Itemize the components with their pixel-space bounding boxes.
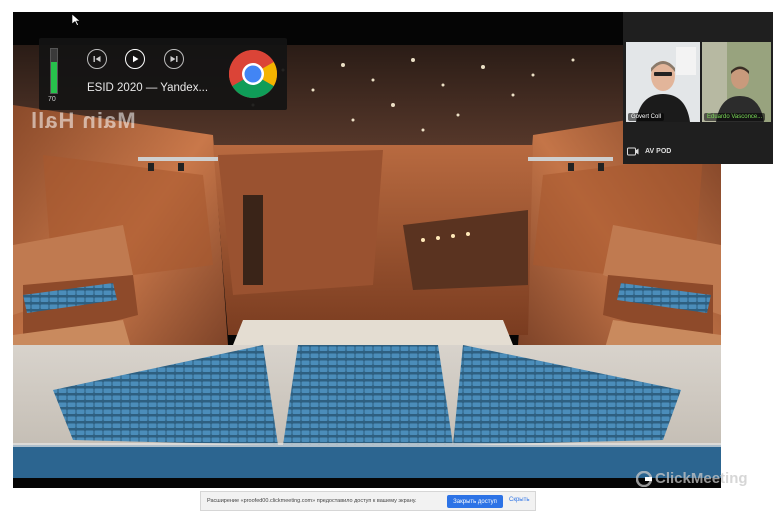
chrome-logo-icon	[228, 49, 278, 99]
next-track-button[interactable]	[164, 49, 184, 69]
wall-sign-text: Main Hall	[30, 108, 136, 133]
participant-tile[interactable]: Govert Coll	[626, 42, 700, 122]
av-room-label: AV POD	[645, 148, 672, 155]
previous-track-button[interactable]	[87, 49, 107, 69]
video-camera-icon	[627, 147, 639, 156]
participant-name: Govert Coll	[628, 113, 665, 121]
participant-video	[626, 42, 700, 122]
clickmeeting-watermark: ClickMeeting	[636, 470, 748, 487]
screen-share-message: Расширение «proofed00.clickmeeting.com» …	[207, 498, 417, 504]
participant-tile[interactable]: Eduardo Vasconce...	[702, 42, 771, 122]
previous-track-icon	[93, 56, 101, 62]
play-icon	[133, 55, 139, 63]
volume-meter[interactable]	[50, 48, 58, 94]
participants-panel: Govert Coll Eduardo Vasconce... AV POD	[623, 12, 773, 164]
mouse-cursor-icon	[72, 14, 80, 26]
play-button[interactable]	[125, 49, 145, 69]
participant-video	[702, 42, 771, 122]
media-notification[interactable]: 70 ESID 2020 — Yandex...	[39, 38, 287, 110]
volume-value: 70	[48, 96, 56, 103]
clickmeeting-logo-icon	[636, 470, 652, 487]
screen-share-bar: Расширение «proofed00.clickmeeting.com» …	[200, 491, 536, 511]
stop-sharing-button[interactable]: Закрыть доступ	[447, 495, 503, 508]
next-track-icon	[170, 56, 178, 62]
watermark-text: ClickMeeting	[655, 470, 748, 487]
av-room-row[interactable]: AV POD	[627, 147, 671, 156]
media-title: ESID 2020 — Yandex...	[87, 82, 209, 94]
volume-level-fill	[51, 62, 57, 93]
participant-name: Eduardo Vasconce...	[704, 113, 766, 121]
hide-link[interactable]: Скрыть	[509, 497, 529, 503]
